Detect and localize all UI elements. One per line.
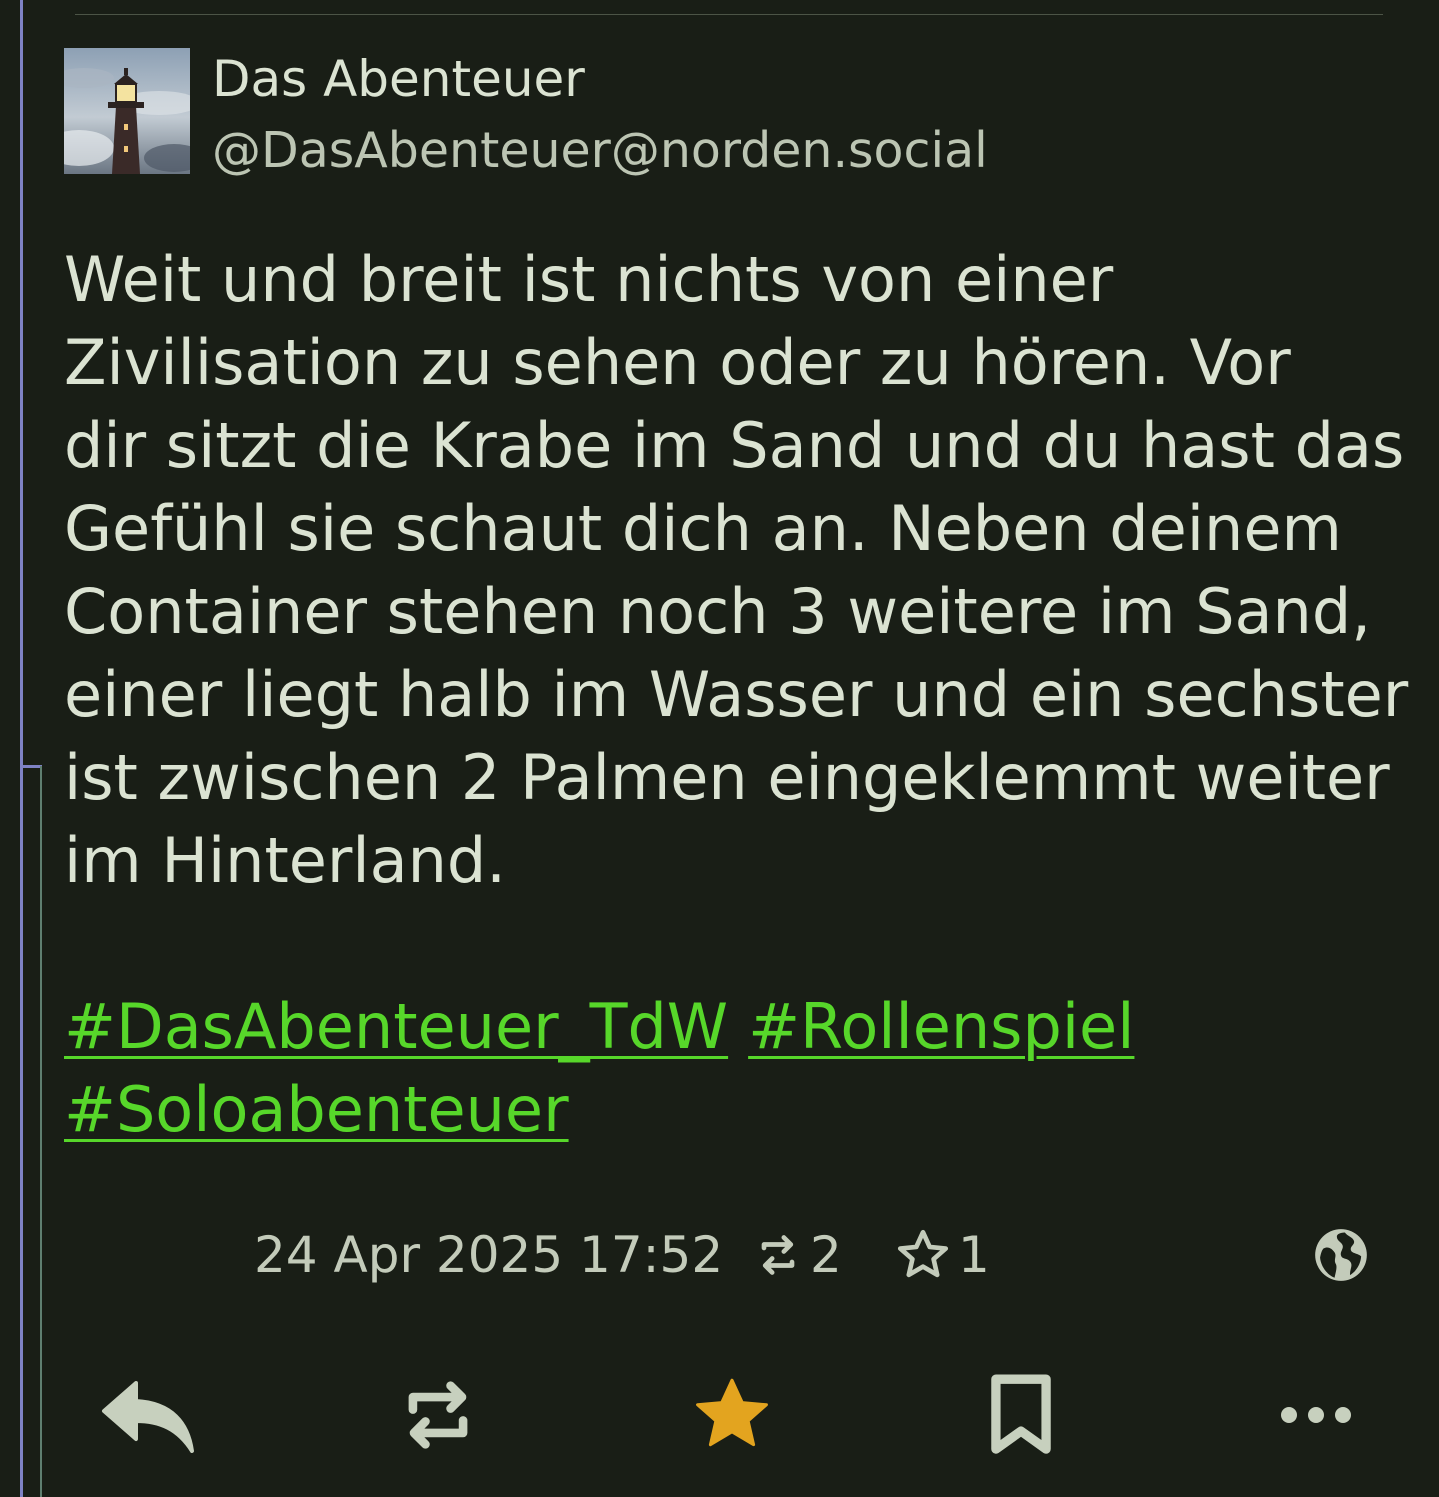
bookmark-icon bbox=[991, 1374, 1051, 1454]
content-line: dir sitzt die Krabe im Sand und du hast … bbox=[64, 409, 1405, 482]
author-display-name[interactable]: Das Abenteuer bbox=[212, 48, 585, 110]
hashtag-row: #Soloabenteuer bbox=[64, 1068, 1404, 1151]
content-line: Container stehen noch 3 weitere im Sand, bbox=[64, 575, 1371, 648]
post-meta: 24 Apr 2025 17:52 2 1 bbox=[0, 1222, 1439, 1288]
divider bbox=[75, 14, 1383, 15]
more-button[interactable] bbox=[1268, 1370, 1364, 1460]
reply-icon bbox=[102, 1381, 194, 1453]
action-bar bbox=[0, 1370, 1439, 1460]
globe-icon[interactable] bbox=[1310, 1224, 1372, 1286]
avatar[interactable] bbox=[64, 48, 190, 174]
content-line: Zivilisation zu sehen oder zu hören. Vor bbox=[64, 326, 1291, 399]
content-line: im Hinterland. bbox=[64, 824, 506, 897]
favourite-count: 1 bbox=[958, 1226, 990, 1284]
more-icon bbox=[1281, 1407, 1351, 1423]
star-icon bbox=[696, 1378, 768, 1447]
hashtag-row: #DasAbenteuer_TdW #Rollenspiel bbox=[64, 985, 1404, 1068]
favourite-button[interactable] bbox=[684, 1370, 780, 1460]
favourite-count-stat[interactable]: 1 bbox=[892, 1222, 990, 1288]
hashtag-link[interactable]: #DasAbenteuer_TdW bbox=[64, 990, 728, 1063]
content-line: Gefühl sie schaut dich an. Neben deinem bbox=[64, 492, 1342, 565]
hashtag-link[interactable]: #Rollenspiel bbox=[748, 990, 1134, 1063]
boost-count-stat[interactable]: 2 bbox=[750, 1222, 842, 1288]
content-line: ist zwischen 2 Palmen eingeklemmt weiter bbox=[64, 741, 1390, 814]
reply-button[interactable] bbox=[98, 1370, 198, 1460]
author-handle[interactable]: @DasAbenteuer@norden.social bbox=[212, 120, 988, 182]
repeat-icon bbox=[408, 1381, 468, 1449]
hashtag-link[interactable]: #Soloabenteuer bbox=[64, 1073, 569, 1146]
lighthouse-avatar-image bbox=[64, 48, 190, 174]
repeat-icon bbox=[761, 1235, 795, 1275]
content-line: Weit und breit ist nichts von einer bbox=[64, 243, 1114, 316]
boost-button[interactable] bbox=[390, 1370, 486, 1460]
bookmark-button[interactable] bbox=[978, 1370, 1064, 1460]
boost-count: 2 bbox=[810, 1226, 842, 1284]
post-content: Weit und breit ist nichts von einer Zivi… bbox=[64, 238, 1409, 1151]
star-outline-icon bbox=[897, 1229, 949, 1278]
post-timestamp[interactable]: 24 Apr 2025 17:52 bbox=[254, 1222, 723, 1288]
content-line: einer liegt halb im Wasser und ein sechs… bbox=[64, 658, 1409, 731]
thread-branch bbox=[20, 765, 42, 768]
